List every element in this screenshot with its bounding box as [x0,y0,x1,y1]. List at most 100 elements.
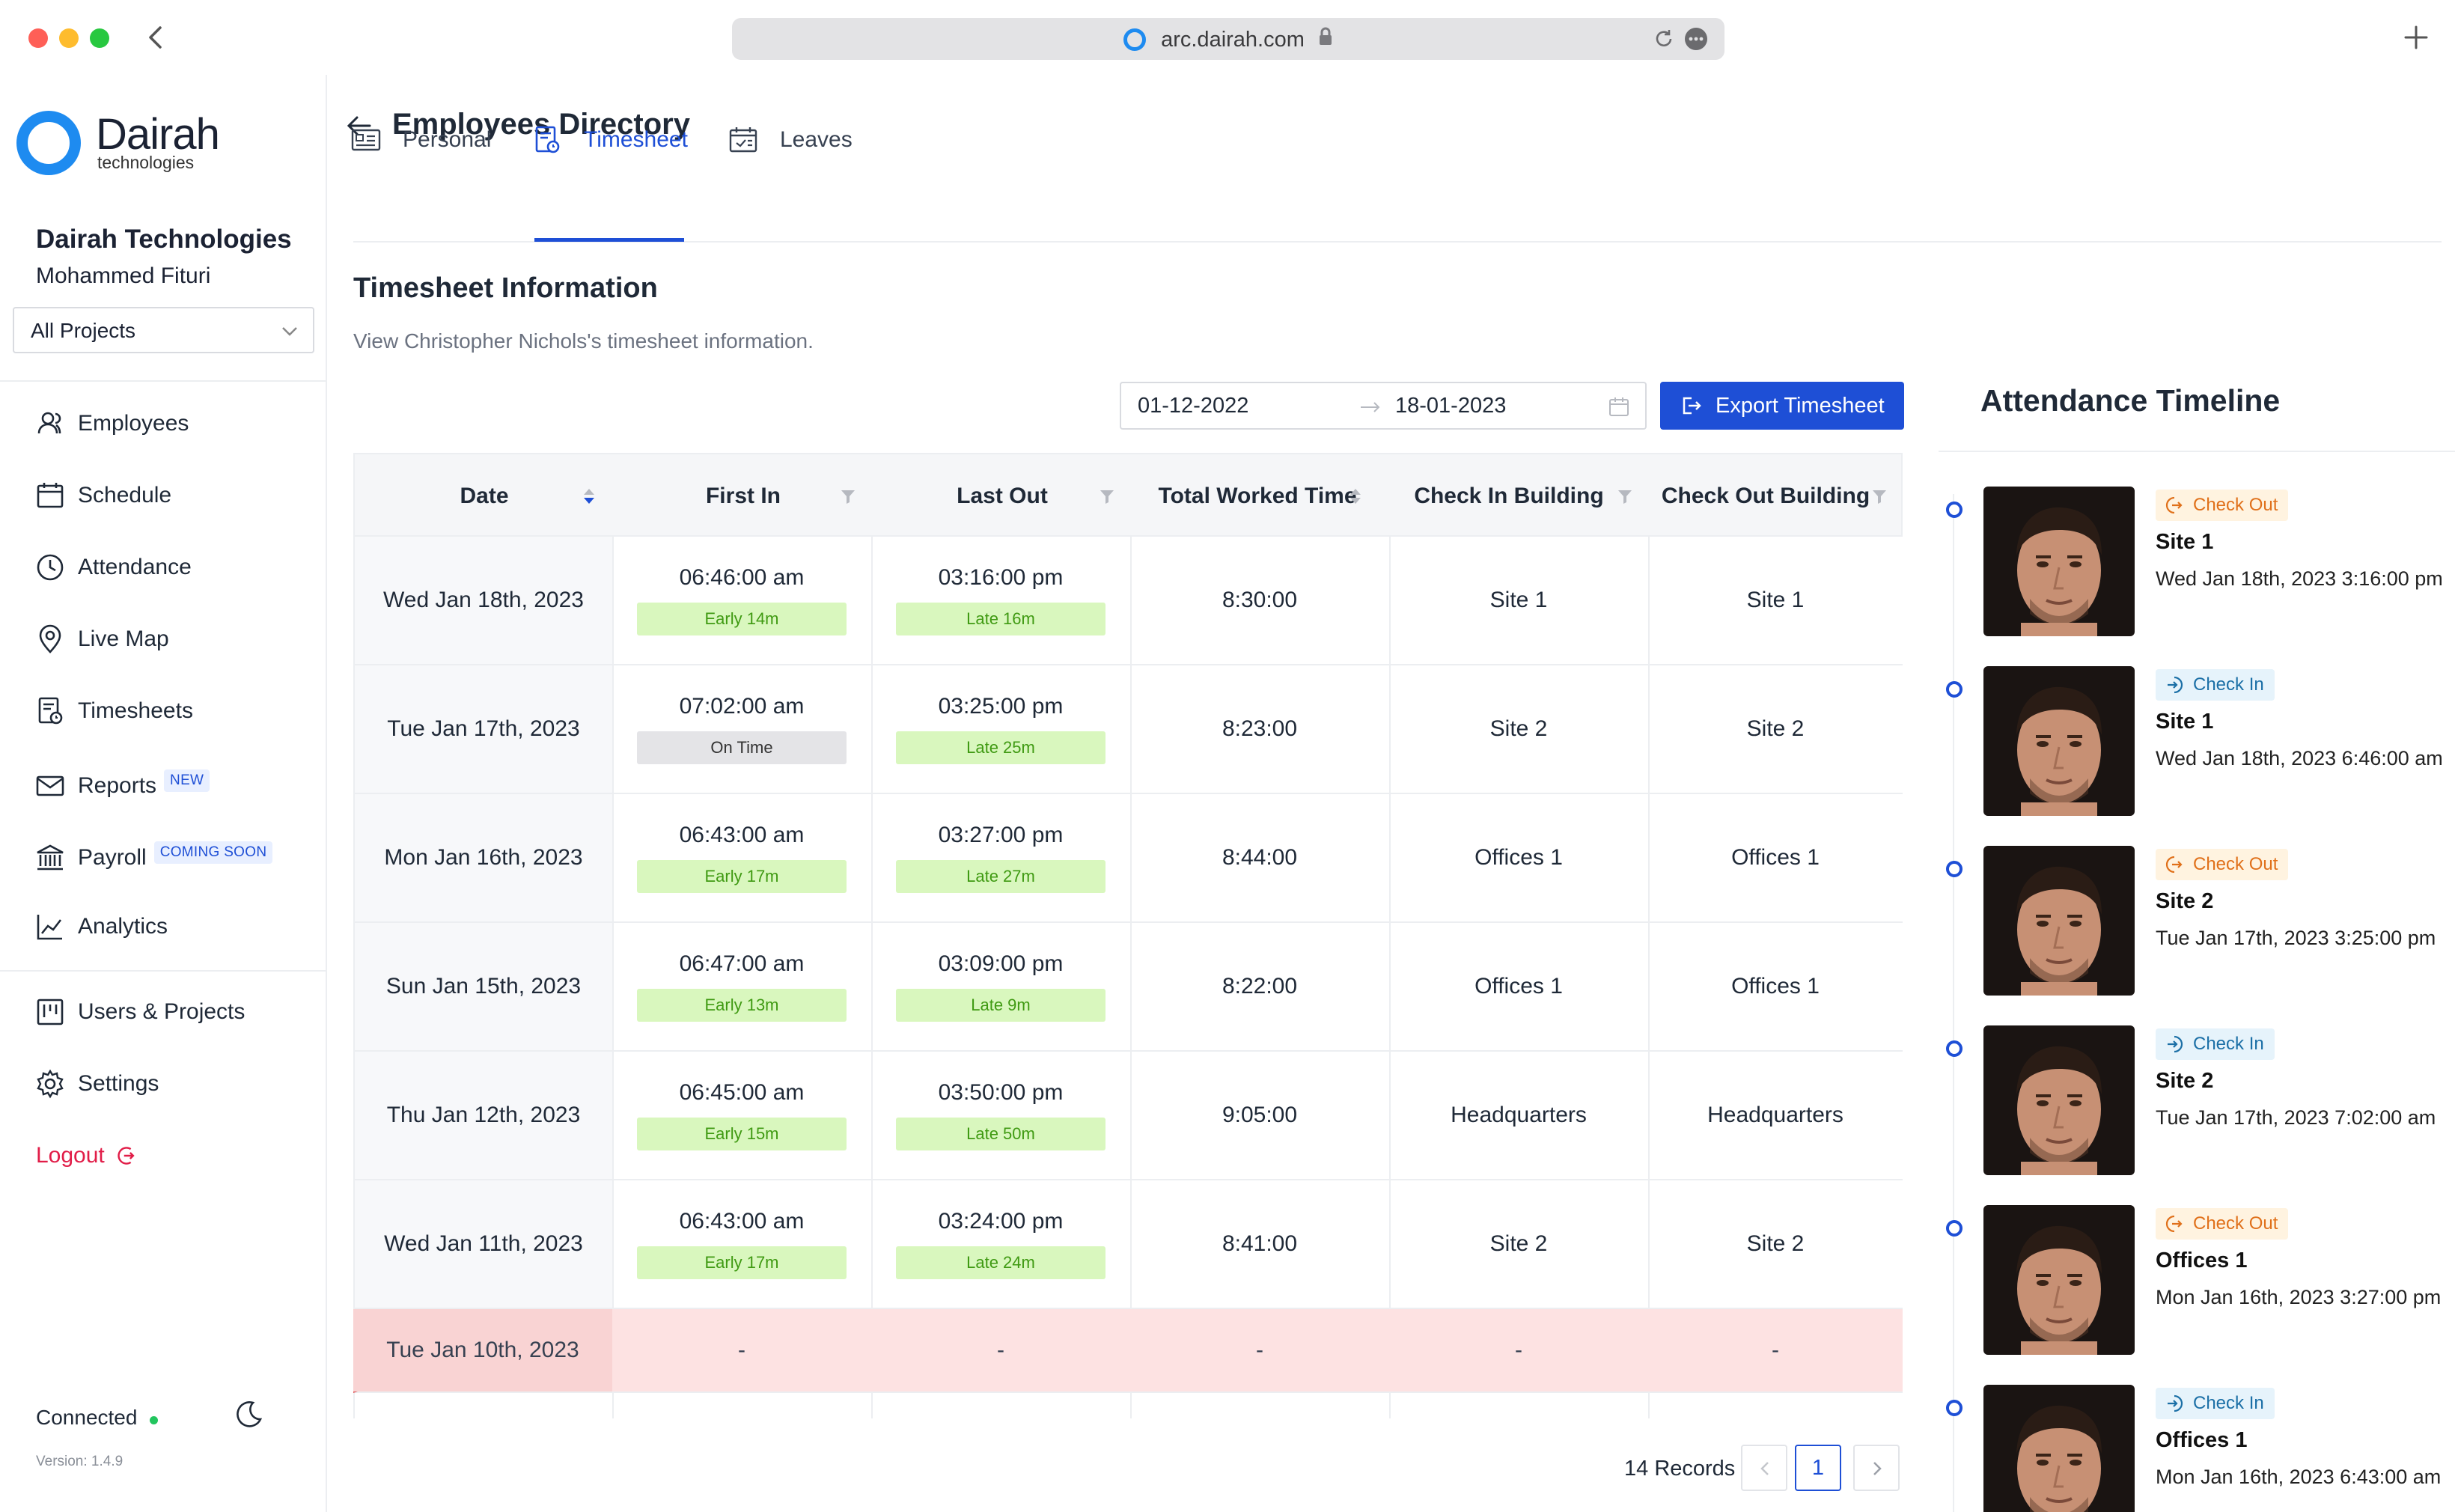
dairah-logo-icon [16,111,81,175]
column-divider [1648,1393,1650,1418]
close-window-button[interactable] [28,28,48,48]
timeline-entry[interactable]: Check In Site 1 Wed Jan 18th, 2023 6:46:00… [1946,666,2455,816]
empty-cell: - [1130,1309,1389,1391]
column-header-first-in[interactable]: First In [614,454,873,538]
sidebar-item-attendance[interactable]: Attendance [34,545,319,590]
timeline-entry[interactable]: Check In Site 2 Tue Jan 17th, 2023 7:02:00… [1946,1025,2455,1175]
total-worked-time: 8:30:00 [1222,588,1298,612]
column-divider [1389,794,1391,921]
table-header: Date First In Last Out Total Worked Time… [353,453,1903,537]
table-row[interactable]: Tue Jan 17th, 2023 07:02:00 am On Time 03:2… [353,665,1903,794]
tab-personal[interactable]: Personal [350,114,491,166]
employee-photo[interactable] [1983,1205,2135,1355]
sidebar-item-settings[interactable]: Settings [34,1061,319,1106]
timeline-entry[interactable]: Check Out Site 2 Tue Jan 17th, 2023 3:25:0… [1946,846,2455,996]
empty-cell: - [871,1309,1130,1391]
employee-photo[interactable] [1983,846,2135,996]
column-divider [1648,794,1650,921]
filter-icon[interactable] [840,487,856,505]
more-icon[interactable] [1684,27,1708,51]
sidebar-item-timesheets[interactable]: Timesheets [34,689,319,734]
table-row[interactable]: Thu Jan 12th, 2023 06:45:00 am Early 15m 03… [353,1052,1903,1180]
timeline-entry[interactable]: Check In Offices 1 Mon Jan 16th, 2023 6:43… [1946,1385,2455,1512]
tab-label: Personal [403,127,492,152]
sidebar-item-schedule[interactable]: Schedule [34,473,319,518]
moon-icon[interactable] [234,1400,263,1430]
browser-back-icon[interactable] [147,25,165,49]
column-header-label: Last Out [957,484,1048,508]
table-cell: 8:22:00 [1130,923,1389,1050]
timeline-type-label: Check In [2193,674,2264,695]
filter-icon[interactable] [1617,487,1633,505]
clock-icon [37,554,64,581]
table-row[interactable]: Sun Jan 15th, 2023 06:47:00 am Early 13m 03… [353,923,1903,1052]
column-header-check-out-building[interactable]: Check Out Building [1650,454,1903,538]
page-1-button[interactable]: 1 [1795,1445,1841,1491]
end-date-input[interactable]: 18-01-2023 [1395,394,1506,418]
maximize-window-button[interactable] [90,28,109,48]
check-in-tag: Check In [2156,1028,2275,1060]
column-header-date[interactable]: Date [355,454,614,538]
filter-icon[interactable] [1099,487,1115,505]
timeline-entry[interactable]: Check Out Offices 1 Mon Jan 16th, 2023 3:2… [1946,1205,2455,1355]
column-header-last-out[interactable]: Last Out [873,454,1132,538]
check-in-icon [2168,1394,2183,1412]
start-date-input[interactable]: 01-12-2022 [1138,394,1248,418]
chevron-left-icon [1760,1462,1769,1475]
date-range-picker[interactable]: 01-12-2022 18-01-2023 [1120,382,1647,430]
last-out-status-tag: Late 24m [896,1246,1105,1279]
tab-leaves[interactable]: Leaves [728,114,853,166]
minimize-window-button[interactable] [59,28,79,48]
export-timesheet-button[interactable]: Export Timesheet [1660,382,1904,430]
section-title: Timesheet Information [353,272,658,304]
timeline-entry[interactable]: Check Out Site 1 Wed Jan 18th, 2023 3:16:0… [1946,487,2455,636]
last-out-status-tag: Late 9m [896,989,1105,1022]
calendar-icon[interactable] [1608,395,1630,418]
timeline-type-label: Check In [2193,1034,2264,1054]
chevron-right-icon [1873,1462,1882,1475]
column-header-check-in-building[interactable]: Check In Building [1391,454,1650,538]
brand-name: Dairah [96,110,220,159]
empty-cell: - [612,1309,871,1391]
reload-icon[interactable] [1653,28,1675,50]
mail-icon [36,775,64,796]
column-divider [612,665,614,793]
sort-icon[interactable] [581,487,597,505]
new-tab-icon[interactable] [2404,25,2428,49]
table-row[interactable]: Wed Jan 11th, 2023 06:43:00 am Early 17m 03… [353,1180,1903,1309]
table-row[interactable]: Wed Jan 18th, 2023 06:46:00 am Early 14m 03… [353,537,1903,665]
table-row-absent[interactable]: Tue Jan 10th, 2023 - - - - - [353,1309,1903,1393]
sidebar-item-live-map[interactable]: Live Map [34,617,319,662]
employee-photo[interactable] [1983,666,2135,816]
column-divider [1389,537,1391,664]
sort-icon[interactable] [1347,487,1364,505]
next-page-button[interactable] [1853,1445,1900,1491]
employee-photo[interactable] [1983,1385,2135,1512]
column-header-total-worked-time[interactable]: Total Worked Time [1132,454,1391,538]
employee-photo[interactable] [1983,1025,2135,1175]
timeline-dot [1946,502,1963,518]
column-divider [1648,1180,1650,1308]
sidebar-item-users-projects[interactable]: Users & Projects [34,990,319,1034]
user-name: Mohammed Fituri [36,263,211,288]
tab-timesheet[interactable]: Timesheet [531,114,688,166]
table-cell: 03:09:00 pm Late 9m [871,923,1130,1050]
project-select[interactable]: All Projects [13,307,314,353]
table-row[interactable]: Mon Jan 16th, 2023 06:43:00 am Early 17m 03… [353,794,1903,923]
filter-icon[interactable] [1871,487,1888,505]
dash-placeholder: - [738,1338,745,1362]
sidebar-item-reports[interactable]: Reports NEW [34,763,319,808]
prev-page-button[interactable] [1741,1445,1787,1491]
column-divider [871,537,873,664]
sidebar-item-employees[interactable]: Employees [34,401,319,446]
last-out-status-tag: Late 50m [896,1118,1105,1150]
check-in-building: Site 2 [1489,716,1548,741]
table-cell: Tue Jan 17th, 2023 [353,665,612,793]
sidebar-item-analytics[interactable]: Analytics [34,904,319,949]
sidebar-item-payroll[interactable]: Payroll COMING SOON [34,835,319,880]
logout-button[interactable]: Logout [36,1133,320,1178]
employee-photo[interactable] [1983,487,2135,636]
address-bar[interactable]: arc.dairah.com [732,18,1724,60]
column-divider [871,665,873,793]
table-cell: 06:47:00 am Early 13m [612,923,871,1050]
